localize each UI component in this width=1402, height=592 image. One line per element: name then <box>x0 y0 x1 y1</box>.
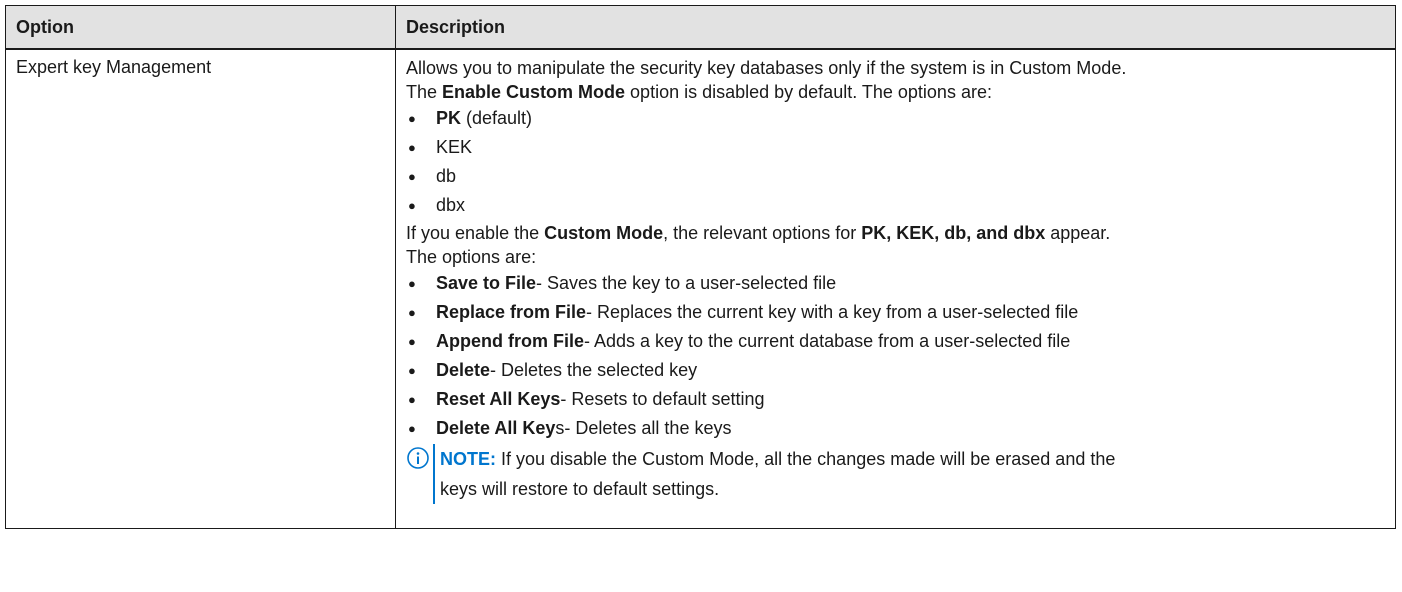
custom-mode-line-1: If you enable the Custom Mode, the relev… <box>406 223 1111 243</box>
options-table: Option Description Expert key Management… <box>5 5 1396 529</box>
list-item: ● db <box>406 162 1385 191</box>
note-block: NOTE: If you disable the Custom Mode, al… <box>406 444 1385 528</box>
table-row: Expert key Management Allows you to mani… <box>5 48 1396 529</box>
note-accent-bar <box>433 444 435 504</box>
bullet-dot: ● <box>408 198 416 213</box>
intro-line-1: Allows you to manipulate the security ke… <box>406 58 1127 78</box>
list-item: ● Delete All Keys- Deletes all the keys <box>406 414 1385 443</box>
option-cell: Expert key Management <box>5 48 396 529</box>
note-text: NOTE: If you disable the Custom Mode, al… <box>440 444 1115 504</box>
table-header-row: Option Description <box>5 5 1396 50</box>
bullet-dot: ● <box>408 140 416 155</box>
bullet-dot: ● <box>408 169 416 184</box>
key-options-list: ● PK (default) ● KEK ● db ● dbx <box>406 104 1385 220</box>
list-item: ● Save to File- Saves the key to a user-s… <box>406 269 1385 298</box>
list-item: ● Reset All Keys- Resets to default setti… <box>406 385 1385 414</box>
list-item: ● PK (default) <box>406 104 1385 133</box>
header-option: Option <box>5 5 396 50</box>
bullet-dot: ● <box>408 421 416 436</box>
intro-line-2: The Enable Custom Mode option is disable… <box>406 81 992 102</box>
bullet-dot: ● <box>408 363 416 378</box>
custom-mode-line-2: The options are: <box>406 246 537 267</box>
bullet-dot: ● <box>408 276 416 291</box>
header-description: Description <box>395 5 1396 50</box>
list-item: ● Replace from File- Replaces the current… <box>406 298 1385 327</box>
bullet-dot: ● <box>408 334 416 349</box>
note-line-1: If you disable the Custom Mode, all the … <box>496 449 1116 469</box>
list-item: ● Delete- Deletes the selected key <box>406 356 1385 385</box>
note-line-2: keys will restore to default settings. <box>440 479 720 499</box>
list-item: ● Append from File- Adds a key to the cur… <box>406 327 1385 356</box>
document: Option Description Expert key Management… <box>0 0 1402 529</box>
info-circle-icon <box>407 447 429 469</box>
note-label: NOTE: <box>440 449 496 469</box>
bullet-dot: ● <box>408 111 416 126</box>
custom-options-list: ● Save to File- Saves the key to a user-s… <box>406 269 1385 443</box>
list-item: ● dbx <box>406 191 1385 220</box>
bullet-dot: ● <box>408 305 416 320</box>
description-cell: Allows you to manipulate the security ke… <box>395 48 1396 529</box>
list-item: ● KEK <box>406 133 1385 162</box>
bullet-dot: ● <box>408 392 416 407</box>
